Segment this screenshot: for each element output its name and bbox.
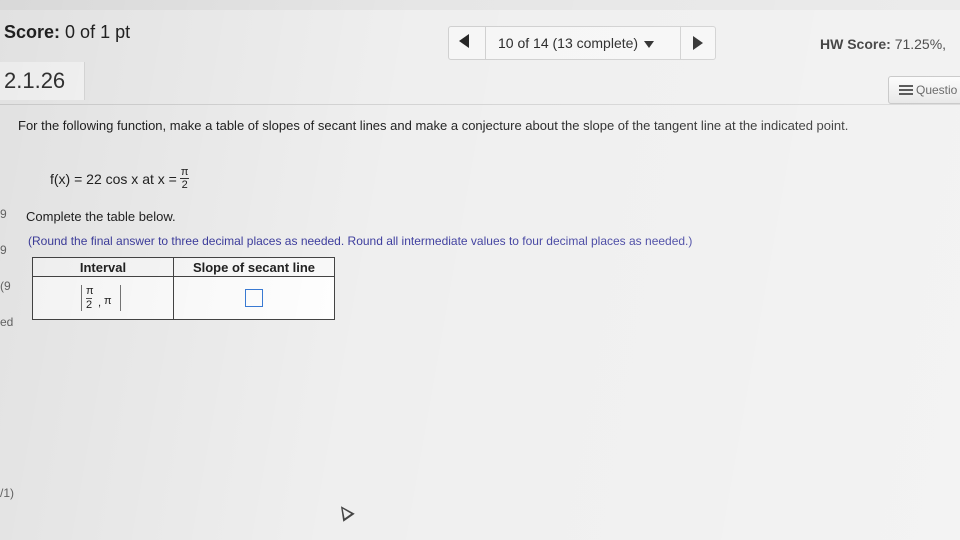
next-question-arrow-icon[interactable] [693, 36, 703, 50]
interval-cell: π 2 , π [32, 276, 174, 320]
left-glyph: 9 [0, 207, 7, 221]
interval-numerator: π [86, 285, 94, 297]
interval-denominator: 2 [86, 298, 93, 311]
function-expression: f(x) = 22 cos x at x = π 2 [50, 166, 190, 191]
score-value: 0 of 1 pt [65, 22, 131, 42]
rounding-note: (Round the final answer to three decimal… [28, 234, 693, 248]
table-row: π 2 , π [32, 276, 335, 320]
mouse-cursor-icon [335, 502, 355, 522]
function-text: f(x) = 22 cos x at x = [50, 170, 177, 187]
question-id: 2.1.26 [4, 68, 66, 93]
previous-question-arrow-icon[interactable] [459, 34, 469, 48]
score-display: Score: 0 of 1 pt [4, 22, 130, 43]
question-selector-dropdown[interactable]: 10 of 14 (13 complete) [485, 27, 681, 59]
question-help-button[interactable]: Questio [888, 76, 960, 104]
score-label: Score: [4, 22, 61, 42]
x-numerator: π [179, 166, 190, 179]
hw-score-display: HW Score: 71.25%, [820, 36, 946, 52]
left-glyph: 9 [0, 243, 7, 257]
interval-header: Interval [32, 257, 174, 277]
x-fraction: π 2 [179, 166, 190, 191]
slope-header: Slope of secant line [173, 257, 335, 277]
list-icon [899, 85, 913, 95]
table-instruction: Complete the table below. [26, 209, 176, 224]
x-denominator: 2 [181, 179, 188, 191]
slope-answer-input[interactable] [245, 289, 263, 307]
hw-score-value: 71.25%, [894, 36, 947, 52]
interval-value: π 2 , π [81, 285, 121, 311]
interval-end: π [104, 295, 112, 307]
question-progress: 10 of 14 (13 complete) [498, 35, 639, 51]
left-glyph: (9 [0, 279, 11, 293]
footer-glyph: /1) [0, 486, 15, 500]
slope-cell [173, 276, 335, 320]
secant-slopes-table: Interval Slope of secant line π 2 , π [32, 257, 335, 320]
left-edge-glyphs: 9 9 (9 ed [0, 196, 13, 340]
question-prompt: For the following function, make a table… [18, 118, 849, 133]
left-glyph: ed [0, 315, 14, 329]
interval-separator: , [98, 297, 102, 309]
hw-score-label: HW Score: [820, 36, 891, 52]
question-nav: 10 of 14 (13 complete) [448, 26, 716, 60]
chevron-down-icon [644, 40, 655, 48]
header-divider [0, 104, 960, 105]
top-strip [0, 0, 960, 10]
question-help-label: Questio [916, 83, 958, 97]
